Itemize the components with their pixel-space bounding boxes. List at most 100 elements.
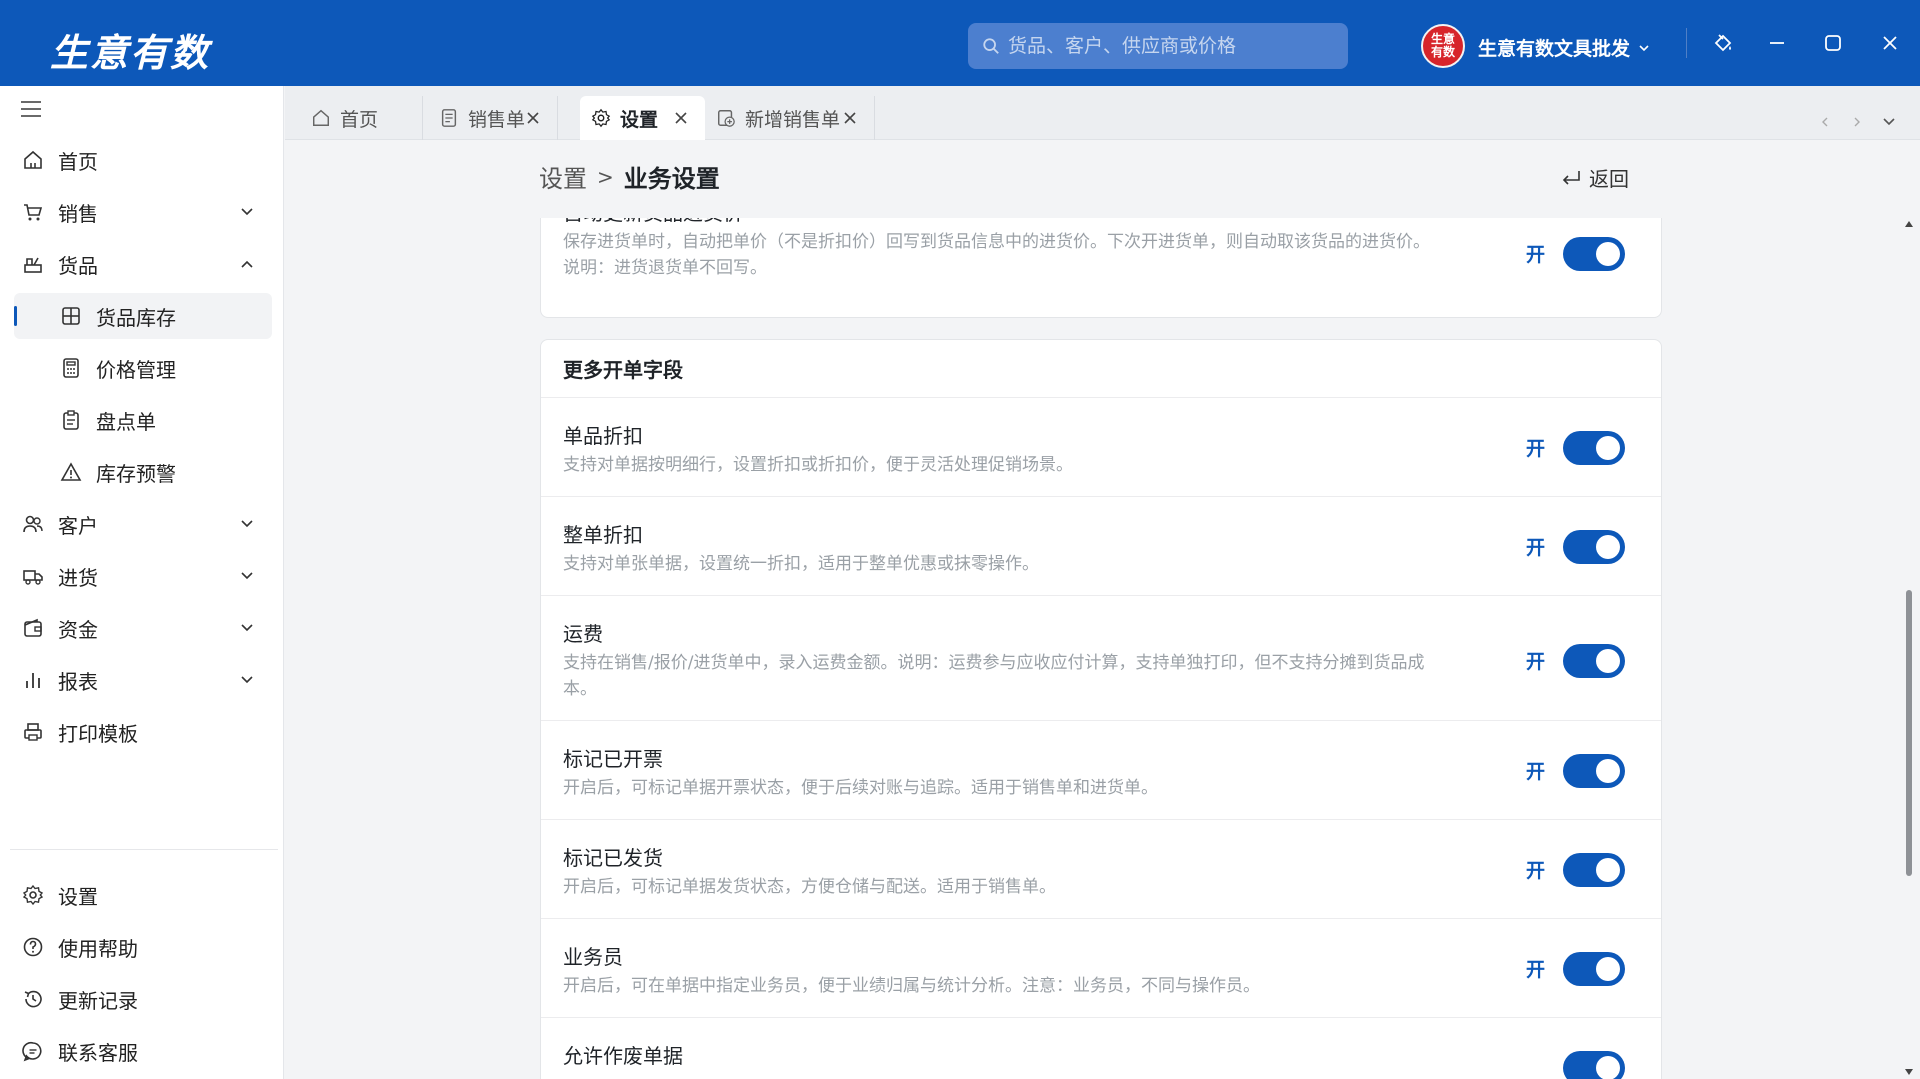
sidebar-item-inventory[interactable]: 货品库存: [0, 293, 284, 339]
sidebar-item-reports[interactable]: 报表: [0, 657, 284, 703]
tab-close-button[interactable]: [523, 108, 543, 128]
toggle-switch[interactable]: [1563, 1051, 1625, 1079]
sidebar-item-settings[interactable]: 设置: [0, 872, 284, 918]
breadcrumb-parent[interactable]: 设置: [539, 159, 587, 194]
toggle-switch[interactable]: [1563, 644, 1625, 678]
toggle-switch[interactable]: [1563, 431, 1625, 465]
chevron-up-icon: [241, 260, 253, 268]
title-bar: 生意有数 生意有数 生意有数文具批发: [0, 0, 1920, 86]
skin-button[interactable]: [1708, 28, 1738, 58]
setting-title: 允许作废单据: [563, 1044, 683, 1068]
main-content: 设置 > 业务设置 返回 自动更新货品进货价 保存进货单时，自动把单价（不是折扣…: [285, 141, 1920, 1079]
toggle-switch[interactable]: [1563, 754, 1625, 788]
sidebar-item-print-templates[interactable]: 打印模板: [0, 709, 284, 755]
home-icon: [24, 150, 42, 169]
toggle-switch[interactable]: [1563, 952, 1625, 986]
chevron-down-icon: [241, 520, 253, 528]
tab-scroll-left-button[interactable]: [1813, 110, 1837, 134]
sidebar-item-stocktake[interactable]: 盘点单: [0, 397, 284, 443]
active-indicator: [14, 306, 17, 326]
sidebar-item-home[interactable]: 首页: [0, 137, 284, 183]
document-icon: [441, 109, 457, 127]
back-button[interactable]: 返回: [1561, 163, 1629, 192]
printer-icon: [24, 723, 42, 741]
setting-row: 允许作废单据: [541, 1018, 1661, 1079]
truck-icon: [23, 570, 43, 585]
section-title: 更多开单字段: [541, 340, 1661, 398]
chevron-down-icon: [241, 676, 253, 684]
tab-sales-order[interactable]: 销售单: [423, 96, 558, 140]
toggle-state-label: 开: [1526, 761, 1546, 783]
cart-icon: [24, 204, 43, 221]
sidebar-item-support[interactable]: 联系客服: [0, 1028, 284, 1074]
warning-icon: [60, 462, 82, 481]
toggle-switch[interactable]: [1563, 237, 1625, 271]
chevron-down-icon: [1883, 118, 1895, 126]
vertical-scrollbar[interactable]: [1901, 218, 1917, 1079]
global-search[interactable]: [968, 23, 1348, 69]
breadcrumb-separator: >: [597, 164, 614, 189]
page-title: 业务设置: [623, 165, 720, 193]
setting-title: 单品折扣: [563, 424, 643, 448]
chevron-down-icon: [241, 208, 253, 216]
help-icon: [23, 937, 43, 957]
bar-chart-icon: [26, 673, 40, 688]
setting-row: 自动更新货品进货价 保存进货单时，自动把单价（不是折扣价）回写到货品信息中的进货…: [541, 218, 1661, 319]
setting-card-purchase: 自动更新货品进货价 保存进货单时，自动把单价（不是折扣价）回写到货品信息中的进货…: [540, 218, 1662, 318]
sidebar-item-goods[interactable]: 货品: [0, 241, 284, 287]
toggle-switch[interactable]: [1563, 853, 1625, 887]
sidebar-item-purchase[interactable]: 进货: [0, 553, 284, 599]
sidebar-item-funds[interactable]: 资金: [0, 605, 284, 651]
close-icon: [527, 112, 539, 124]
add-document-icon: [718, 110, 735, 127]
tab-home[interactable]: 首页: [295, 96, 423, 140]
sidebar-item-price[interactable]: 价格管理: [0, 345, 284, 391]
setting-row: 整单折扣 支持对单张单据，设置统一折扣，适用于整单优惠或抹零操作。 开: [541, 497, 1661, 596]
shop-avatar[interactable]: 生意有数: [1421, 24, 1465, 68]
scroll-up-icon: [1905, 221, 1913, 227]
calculator-icon: [63, 358, 79, 378]
maximize-button[interactable]: [1818, 28, 1848, 58]
gear-icon: [22, 884, 44, 906]
tab-settings[interactable]: 设置: [580, 96, 705, 140]
setting-description: 开启后，可标记单据发货状态，方便仓储与配送。适用于销售单。: [563, 877, 1056, 897]
toggle-state-label: 开: [1526, 537, 1546, 559]
search-input[interactable]: [1008, 35, 1328, 57]
setting-title: 标记已发货: [563, 846, 663, 870]
sidebar-item-changelog[interactable]: 更新记录: [0, 976, 284, 1022]
setting-description: 支持对单据按明细行，设置折扣或折扣价，便于灵活处理促销场景。: [563, 455, 1073, 475]
inventory-icon: [62, 307, 80, 325]
sidebar-item-customers[interactable]: 客户: [0, 501, 284, 547]
menu-toggle[interactable]: [20, 100, 42, 122]
sidebar-item-stock-alert[interactable]: 库存预警: [0, 449, 284, 495]
tab-new-sales-order[interactable]: 新增销售单: [705, 96, 875, 140]
setting-description: 开启后，可在单据中指定业务员，便于业绩归属与统计分析。注意：业务员，不同与操作员…: [563, 976, 1260, 996]
tab-scroll-right-button[interactable]: [1845, 110, 1869, 134]
tab-close-button[interactable]: [840, 108, 860, 128]
users-icon: [23, 515, 43, 533]
scrollbar-thumb[interactable]: [1906, 590, 1912, 876]
shop-switcher[interactable]: 生意有数文具批发: [1478, 34, 1650, 61]
return-icon: [1562, 170, 1580, 185]
chevron-left-icon: [1822, 117, 1828, 127]
setting-row: 标记已开票 开启后，可标记单据开票状态，便于后续对账与追踪。适用于销售单和进货单…: [541, 721, 1661, 820]
minimize-button[interactable]: [1762, 28, 1792, 58]
history-icon: [24, 990, 42, 1008]
tab-close-button[interactable]: [671, 108, 691, 128]
toggle-switch[interactable]: [1563, 530, 1625, 564]
setting-description: 支持在销售/报价/进货单中，录入运费金额。说明：运费参与应收应付计算，支持单独打…: [563, 653, 1425, 699]
close-icon: [1883, 36, 1897, 50]
chevron-down-icon: [1639, 44, 1649, 51]
settings-scroll-area[interactable]: 自动更新货品进货价 保存进货单时，自动把单价（不是折扣价）回写到货品信息中的进货…: [285, 218, 1920, 1079]
toggle-state-label: 开: [1526, 244, 1546, 266]
close-window-button[interactable]: [1875, 28, 1905, 58]
toggle-state-label: 开: [1526, 959, 1546, 981]
breadcrumb: 设置 > 业务设置: [539, 159, 720, 194]
scroll-down-icon: [1905, 1069, 1913, 1075]
setting-title: 自动更新货品进货价: [563, 218, 743, 226]
setting-description: 保存进货单时，自动把单价（不是折扣价）回写到货品信息中的进货价。下次开进货单，则…: [563, 232, 1430, 278]
sidebar-item-sales[interactable]: 销售: [0, 189, 284, 235]
tab-list-button[interactable]: [1877, 110, 1901, 134]
shop-name: 生意有数文具批发: [1478, 38, 1631, 60]
sidebar-item-help[interactable]: 使用帮助: [0, 924, 284, 970]
